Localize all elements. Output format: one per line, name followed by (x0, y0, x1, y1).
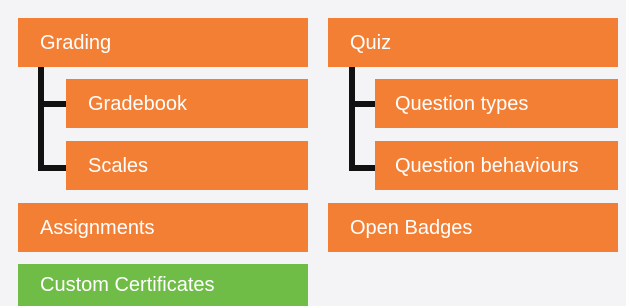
node-label: Custom Certificates (40, 274, 215, 296)
node-quiz[interactable]: Quiz (328, 18, 618, 67)
tree-connector-branch (349, 165, 375, 171)
node-question-types[interactable]: Question types (375, 79, 618, 128)
node-assignments[interactable]: Assignments (18, 203, 308, 252)
tree-connector-vertical (349, 67, 355, 171)
node-open-badges[interactable]: Open Badges (328, 203, 618, 252)
node-label: Open Badges (350, 216, 473, 239)
node-label: Question types (395, 92, 529, 115)
node-gradebook[interactable]: Gradebook (66, 79, 308, 128)
node-label: Gradebook (88, 92, 187, 115)
node-label: Scales (88, 154, 149, 177)
node-scales[interactable]: Scales (66, 141, 308, 190)
tree-connector-branch (38, 101, 66, 107)
tree-connector-branch (349, 101, 375, 107)
node-label: Question behaviours (395, 154, 579, 177)
tree-connector-vertical (38, 67, 44, 171)
node-label: Quiz (350, 31, 392, 54)
node-label: Assignments (40, 216, 155, 239)
node-question-behaviours[interactable]: Question behaviours (375, 141, 618, 190)
node-label: Grading (40, 31, 112, 54)
node-grading[interactable]: Grading (18, 18, 308, 67)
tree-connector-branch (38, 165, 66, 171)
node-custom-certificates[interactable]: Custom Certificates (18, 264, 308, 306)
